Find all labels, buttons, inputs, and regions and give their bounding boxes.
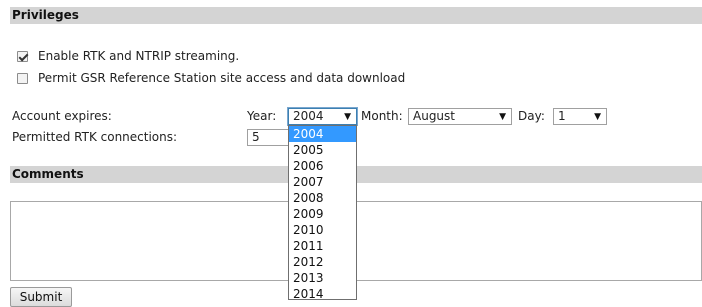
year-option[interactable]: 2007 (289, 174, 356, 190)
year-option[interactable]: 2009 (289, 206, 356, 222)
year-option[interactable]: 2006 (289, 158, 356, 174)
account-expires-label: Account expires: (12, 109, 112, 123)
chevron-down-icon: ▼ (344, 112, 351, 122)
checkbox-row-rtk[interactable]: Enable RTK and NTRIP streaming. (17, 48, 239, 64)
gsr-checkbox[interactable] (17, 72, 28, 84)
year-option[interactable]: 2013 (289, 270, 356, 286)
chevron-down-icon: ▼ (594, 112, 601, 122)
year-dropdown-list[interactable]: 2004 2005 2006 2007 2008 2009 2010 2011 … (288, 125, 357, 300)
privileges-header: Privileges (10, 7, 702, 24)
rtk-checkbox[interactable] (17, 50, 28, 62)
month-select-value: August (413, 109, 455, 123)
month-label: Month: (361, 109, 403, 123)
year-option[interactable]: 2004 (289, 126, 356, 142)
year-select[interactable]: 2004 ▼ (287, 107, 358, 126)
chevron-down-icon: ▼ (499, 112, 506, 122)
gsr-checkbox-label: Permit GSR Reference Station site access… (38, 71, 406, 85)
checkbox-row-gsr[interactable]: Permit GSR Reference Station site access… (17, 70, 405, 86)
year-label: Year: (247, 109, 277, 123)
submit-button[interactable]: Submit (10, 287, 72, 307)
rtk-checkbox-label: Enable RTK and NTRIP streaming. (38, 49, 240, 63)
day-select[interactable]: 1 ▼ (553, 108, 607, 125)
year-select-value: 2004 (293, 109, 324, 123)
day-select-value: 1 (558, 109, 566, 123)
year-option[interactable]: 2010 (289, 222, 356, 238)
month-select[interactable]: August ▼ (408, 108, 512, 125)
year-option[interactable]: 2012 (289, 254, 356, 270)
year-option[interactable]: 2011 (289, 238, 356, 254)
day-label: Day: (518, 109, 545, 123)
year-option[interactable]: 2005 (289, 142, 356, 158)
rtk-connections-input[interactable]: 5 (247, 129, 291, 146)
rtk-connections-label: Permitted RTK connections: (12, 130, 178, 144)
year-option[interactable]: 2014 (289, 286, 356, 299)
year-option[interactable]: 2008 (289, 190, 356, 206)
